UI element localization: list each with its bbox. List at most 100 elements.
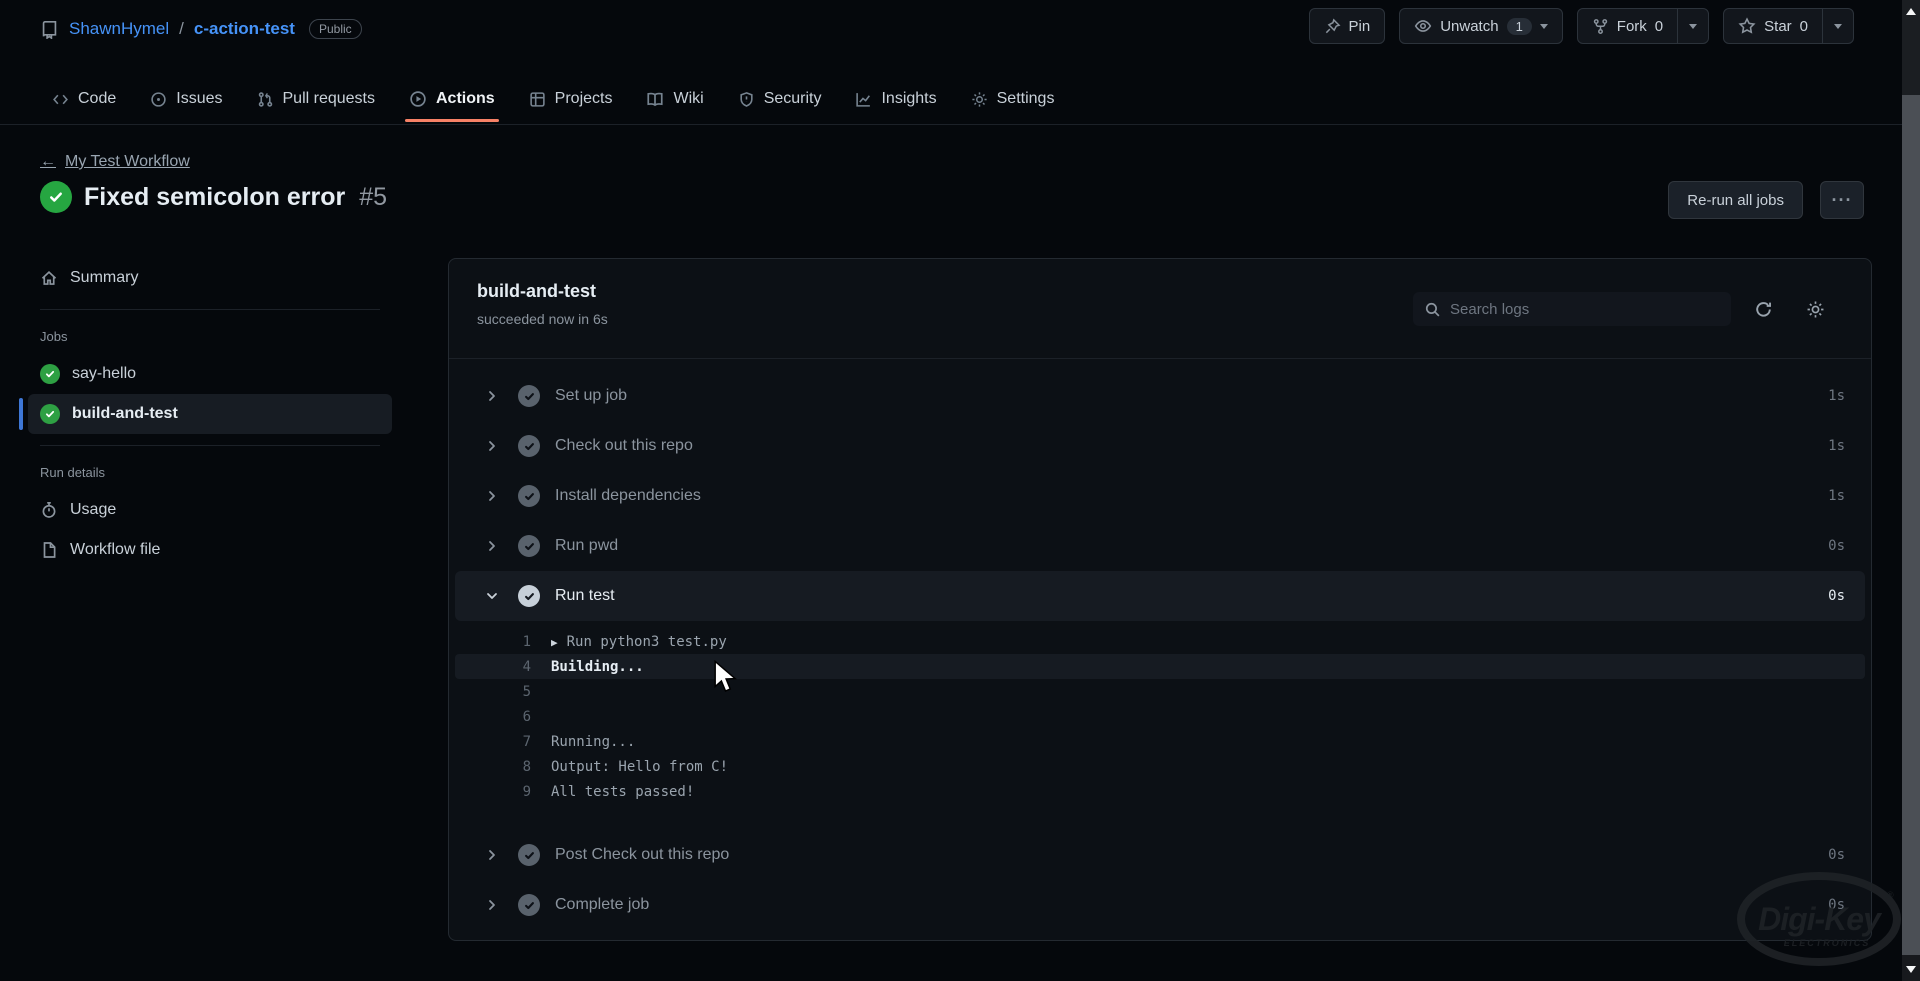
repo-name-link[interactable]: c-action-test (194, 19, 295, 39)
fork-caret-icon (1689, 24, 1697, 29)
log-line-number[interactable]: 4 (455, 659, 531, 675)
mouse-cursor (712, 660, 742, 694)
log-line: 6 (449, 704, 1871, 729)
star-caret-icon (1834, 24, 1842, 29)
step-check-out-repo[interactable]: Check out this repo 1s (449, 421, 1871, 471)
step-list: Set up job 1s Check out this repo 1s Ins… (449, 371, 1871, 930)
log-group-toggle-icon[interactable]: ▶ (551, 636, 558, 649)
step-name: Complete job (555, 896, 1828, 914)
watch-count-badge: 1 (1507, 18, 1532, 35)
digikey-watermark-logo: Digi-Key ELECTRONICS ® (1735, 868, 1903, 970)
sidebar-job-say-hello[interactable]: say-hello (28, 354, 392, 394)
step-duration: 1s (1828, 438, 1845, 454)
log-command: Run python3 test.py (567, 634, 727, 650)
fork-button[interactable]: Fork 0 (1578, 9, 1677, 43)
step-install-dependencies[interactable]: Install dependencies 1s (449, 471, 1871, 521)
log-line-number[interactable]: 5 (449, 684, 531, 700)
tab-label: Projects (555, 90, 613, 108)
projects-icon (529, 91, 546, 108)
log-line: 9 All tests passed! (449, 779, 1871, 804)
log-line-number[interactable]: 1 (449, 634, 531, 650)
fork-dropdown-button[interactable] (1677, 9, 1708, 43)
step-name: Set up job (555, 387, 1828, 405)
gear-icon (1806, 300, 1825, 319)
run-sidebar: Summary Jobs say-hello build-and-test Ru… (28, 258, 392, 570)
log-settings-button[interactable] (1801, 295, 1829, 323)
tab-insights[interactable]: Insights (843, 74, 948, 124)
log-line-number[interactable]: 7 (449, 734, 531, 750)
log-line-number[interactable]: 9 (449, 784, 531, 800)
run-more-options-button[interactable]: ··· (1820, 181, 1864, 219)
scrollbar-thumb[interactable] (1902, 0, 1920, 95)
actions-icon (409, 90, 427, 108)
selected-job-indicator (19, 398, 23, 430)
graph-icon (855, 91, 872, 108)
step-success-icon (518, 894, 540, 916)
tab-settings[interactable]: Settings (959, 74, 1067, 124)
scroll-up-arrow-icon[interactable] (1906, 8, 1916, 15)
tab-code[interactable]: Code (40, 74, 128, 124)
step-post-check-out-repo[interactable]: Post Check out this repo 0s (449, 830, 1871, 880)
issue-icon (150, 91, 167, 108)
job-name: build-and-test (72, 405, 178, 423)
sidebar-job-build-and-test[interactable]: build-and-test (28, 394, 392, 434)
tab-wiki[interactable]: Wiki (634, 74, 715, 124)
step-name: Run pwd (555, 537, 1828, 555)
unwatch-label: Unwatch (1440, 18, 1498, 35)
unwatch-caret-icon (1540, 24, 1548, 29)
tab-label: Code (78, 90, 116, 108)
sidebar-item-workflow-file[interactable]: Workflow file (28, 530, 392, 570)
job-name: say-hello (72, 365, 136, 383)
tab-projects[interactable]: Projects (517, 74, 625, 124)
step-set-up-job[interactable]: Set up job 1s (449, 371, 1871, 421)
gear-icon (971, 91, 988, 108)
tab-label: Issues (176, 90, 222, 108)
run-number: #5 (359, 183, 387, 212)
book-icon (646, 90, 664, 108)
fork-icon (1592, 18, 1609, 35)
unwatch-button[interactable]: Unwatch 1 (1399, 8, 1563, 44)
tab-label: Wiki (673, 90, 703, 108)
star-icon (1738, 17, 1756, 35)
sidebar-item-summary[interactable]: Summary (28, 258, 392, 298)
step-run-test[interactable]: Run test 0s (455, 571, 1865, 621)
tab-issues[interactable]: Issues (138, 74, 234, 124)
run-test-log-output: 1 ▶ Run python3 test.py 4 Building... 5 6… (449, 621, 1871, 816)
log-line: 7 Running... (449, 729, 1871, 754)
page-scrollbar[interactable] (1902, 0, 1920, 981)
log-line: 5 (449, 679, 1871, 704)
back-to-workflow-link[interactable]: ← My Test Workflow (40, 153, 190, 171)
log-line-text: Output: Hello from C! (551, 759, 728, 775)
star-split-button: Star 0 (1723, 8, 1854, 44)
eye-icon (1414, 17, 1432, 35)
run-details-section-label: Run details (28, 457, 392, 490)
pin-button[interactable]: Pin (1309, 8, 1386, 44)
fork-split-button: Fork 0 (1577, 8, 1709, 44)
step-duration: 0s (1828, 538, 1845, 554)
star-button[interactable]: Star 0 (1724, 9, 1822, 43)
tab-pull-requests[interactable]: Pull requests (245, 74, 388, 124)
step-run-pwd[interactable]: Run pwd 0s (449, 521, 1871, 571)
run-title-row: Fixed semicolon error #5 (40, 181, 387, 213)
scrollbar-bottom-button[interactable] (1902, 955, 1920, 981)
log-line-highlighted: 4 Building... (455, 654, 1865, 679)
star-dropdown-button[interactable] (1822, 9, 1853, 43)
job-panel-header: build-and-test succeeded now in 6s (449, 259, 1871, 359)
shield-icon (738, 91, 755, 108)
log-line-number[interactable]: 6 (449, 709, 531, 725)
repo-nav-tabs: Code Issues Pull requests Actions Projec… (40, 74, 1066, 124)
rerun-all-jobs-button[interactable]: Re-run all jobs (1668, 181, 1803, 219)
tab-actions[interactable]: Actions (397, 74, 507, 124)
sidebar-item-usage[interactable]: Usage (28, 490, 392, 530)
search-logs-input[interactable] (1450, 301, 1720, 318)
pull-request-icon (257, 91, 274, 108)
step-name: Install dependencies (555, 487, 1828, 505)
repo-owner-link[interactable]: ShawnHymel (69, 19, 169, 39)
log-line-number[interactable]: 8 (449, 759, 531, 775)
refresh-logs-button[interactable] (1749, 295, 1777, 323)
step-complete-job[interactable]: Complete job 0s (449, 880, 1871, 930)
scroll-down-arrow-icon[interactable] (1906, 966, 1916, 973)
watermark-name: Digi-Key (1758, 901, 1883, 937)
tab-security[interactable]: Security (726, 74, 834, 124)
job-success-icon (40, 364, 60, 384)
